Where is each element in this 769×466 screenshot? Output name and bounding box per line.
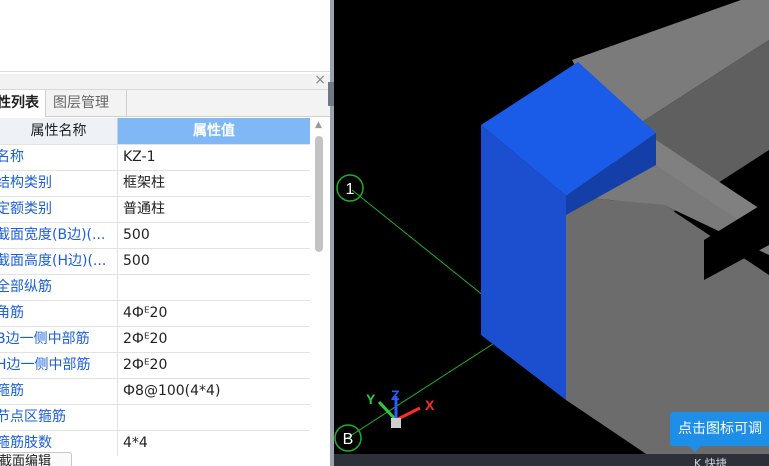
scroll-up-icon[interactable]: ▲ [315, 120, 322, 130]
tooltip-pointer [689, 446, 701, 452]
property-name: 全部纵筋 [0, 275, 118, 300]
property-value[interactable] [118, 405, 310, 430]
property-value[interactable]: 普通柱 [118, 197, 310, 222]
grid-label-b: B [343, 431, 354, 448]
property-name: 角筋 [0, 301, 118, 326]
panel-top-area [0, 0, 330, 72]
scrollbar-thumb[interactable] [315, 136, 323, 252]
table-row[interactable]: 截面宽度(B边)(... 500 [0, 222, 310, 248]
table-row[interactable]: 节点区箍筋 [0, 404, 310, 430]
section-edit-button[interactable]: 截面编辑 [0, 452, 72, 466]
hint-tooltip[interactable]: 点击图标可调 [670, 412, 769, 446]
property-name: 截面宽度(B边)(... [0, 223, 118, 248]
property-value[interactable] [118, 275, 310, 300]
grid-line-b [343, 339, 500, 441]
grid-label-1: 1 [346, 181, 355, 198]
close-icon[interactable]: × [314, 72, 326, 88]
y-axis-arrow [377, 400, 398, 422]
table-row[interactable]: 箍筋Ф8@100(4*4) [0, 378, 310, 404]
grid-line-1 [351, 189, 485, 297]
property-value[interactable]: 框架柱 [118, 171, 310, 196]
property-grid-scrollbar[interactable]: ▲ [312, 118, 326, 454]
property-name: 定额类别 [0, 197, 118, 222]
property-value[interactable]: 4Фᴱ20 [118, 301, 310, 326]
property-name: B边一侧中部筋 [0, 327, 118, 352]
property-value[interactable]: 500 [118, 223, 310, 248]
gizmo-z-label: Z [391, 387, 400, 403]
property-value[interactable]: KZ-1 [118, 145, 310, 170]
table-row[interactable]: 定额类别 普通柱 [0, 196, 310, 222]
property-name: H边一侧中部筋 [0, 353, 118, 378]
3d-viewport[interactable]: 1 B Y Z X K 快捷 点击图标可调 [334, 0, 769, 466]
table-row[interactable]: 角筋4Фᴱ20 [0, 300, 310, 326]
column-header-value: 属性值 [118, 118, 310, 144]
column-header-name: 属性名称 [0, 118, 118, 144]
property-value[interactable]: 2Фᴱ20 [118, 327, 310, 352]
gizmo-y-label: Y [366, 391, 376, 407]
property-name: 结构类别 [0, 171, 118, 196]
table-row[interactable]: B边一侧中部筋 2Фᴱ20 [0, 326, 310, 352]
panel-title-bar: × [0, 72, 330, 90]
property-name: 箍筋 [0, 379, 118, 404]
property-name: 名称 [0, 145, 118, 170]
gizmo-x-label: X [425, 397, 435, 413]
panel-tabs: 性列表 图层管理 [0, 90, 330, 117]
gizmo-origin-cube [391, 418, 401, 428]
property-value[interactable]: 4*4 [118, 431, 310, 456]
property-value[interactable]: Ф8@100(4*4) [118, 379, 310, 404]
property-name: 节点区箍筋 [0, 405, 118, 430]
status-text: K 快捷 [694, 457, 727, 466]
property-panel: × 性列表 图层管理 属性名称 属性值 名称KZ-1 结构类别框架柱 定额类别普… [0, 0, 330, 466]
tab-layer-management[interactable]: 图层管理 [47, 90, 127, 117]
property-value[interactable]: 2Фᴱ20 [118, 353, 310, 378]
table-row[interactable]: 全部纵筋 [0, 274, 310, 300]
table-row[interactable]: 截面高度(H边)(... 500 [0, 248, 310, 274]
scene-canvas: 1 B Y Z X [334, 0, 769, 466]
property-value[interactable]: 500 [118, 249, 310, 274]
table-row[interactable]: H边一侧中部筋 2Фᴱ20 [0, 352, 310, 378]
table-row[interactable]: 名称KZ-1 [0, 144, 310, 170]
property-name: 截面高度(H边)(... [0, 249, 118, 274]
table-row[interactable]: 结构类别 框架柱 [0, 170, 310, 196]
tab-property-list[interactable]: 性列表 [0, 90, 46, 117]
